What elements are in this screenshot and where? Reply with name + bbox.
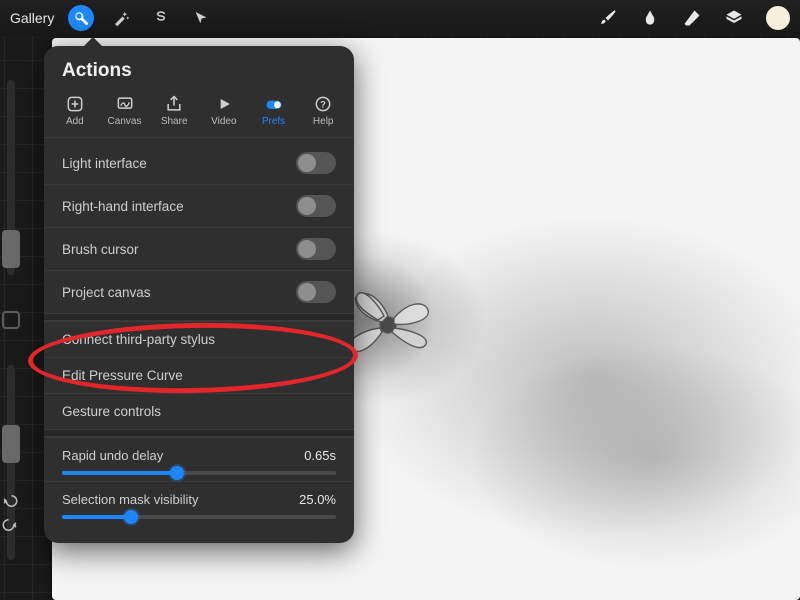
layers-icon	[724, 8, 744, 28]
brush-button[interactable]	[598, 8, 618, 28]
undo-icon[interactable]	[1, 492, 19, 510]
selection-mask-knob[interactable]	[124, 510, 138, 524]
project-canvas-toggle[interactable]	[296, 281, 336, 303]
gesture-controls-label: Gesture controls	[62, 404, 336, 419]
brush-opacity-thumb[interactable]	[2, 425, 20, 463]
eraser-button[interactable]	[682, 8, 702, 28]
top-toolbar: Gallery	[0, 0, 800, 36]
actions-button[interactable]	[68, 5, 94, 31]
selection-s-icon	[153, 10, 169, 26]
rapid-undo-knob[interactable]	[170, 466, 184, 480]
section-divider	[44, 313, 354, 321]
light-interface-toggle[interactable]	[296, 152, 336, 174]
modifier-button[interactable]	[2, 311, 20, 329]
help-icon: ?	[312, 94, 334, 114]
actions-popover: Actions Add Canvas Share Video Prefs ? H…	[44, 46, 354, 543]
row-project-canvas[interactable]: Project canvas	[44, 270, 354, 313]
layers-button[interactable]	[724, 8, 744, 28]
tab-add-label: Add	[50, 116, 100, 127]
tab-prefs[interactable]: Prefs	[249, 92, 299, 131]
adjustments-button[interactable]	[108, 5, 134, 31]
right-hand-label: Right-hand interface	[62, 199, 296, 214]
row-edit-pressure[interactable]: Edit Pressure Curve	[44, 357, 354, 393]
tab-video[interactable]: Video	[199, 92, 249, 131]
selection-mask-value: 25.0%	[299, 492, 336, 507]
color-picker-button[interactable]	[766, 6, 790, 30]
rapid-undo-value: 0.65s	[304, 448, 336, 463]
right-hand-toggle[interactable]	[296, 195, 336, 217]
smudge-icon	[640, 8, 660, 28]
svg-text:?: ?	[320, 99, 326, 109]
magic-wand-icon	[112, 9, 130, 27]
add-icon	[64, 94, 86, 114]
redo-icon[interactable]	[1, 516, 19, 534]
wrench-icon	[73, 10, 89, 26]
row-light-interface[interactable]: Light interface	[44, 142, 354, 184]
selection-mask-label: Selection mask visibility	[62, 492, 199, 507]
selection-button[interactable]	[148, 5, 174, 31]
row-selection-mask[interactable]: Selection mask visibility 25.0%	[44, 481, 354, 525]
gallery-button[interactable]: Gallery	[10, 10, 54, 26]
arrow-cursor-icon	[193, 10, 209, 26]
tab-canvas[interactable]: Canvas	[100, 92, 150, 131]
selection-mask-slider[interactable]	[62, 515, 336, 519]
tab-prefs-label: Prefs	[249, 116, 299, 127]
connect-stylus-label: Connect third-party stylus	[62, 332, 336, 347]
tab-canvas-label: Canvas	[100, 116, 150, 127]
video-icon	[213, 94, 235, 114]
paintbrush-icon	[598, 8, 618, 28]
undo-redo-group	[0, 492, 22, 556]
actions-tabs: Add Canvas Share Video Prefs ? Help	[44, 92, 354, 138]
row-brush-cursor[interactable]: Brush cursor	[44, 227, 354, 270]
row-gesture-controls[interactable]: Gesture controls	[44, 393, 354, 429]
smudge-button[interactable]	[640, 8, 660, 28]
rapid-undo-label: Rapid undo delay	[62, 448, 163, 463]
row-rapid-undo[interactable]: Rapid undo delay 0.65s	[44, 437, 354, 481]
brush-cursor-toggle[interactable]	[296, 238, 336, 260]
transform-button[interactable]	[188, 5, 214, 31]
brush-size-thumb[interactable]	[2, 230, 20, 268]
edit-pressure-label: Edit Pressure Curve	[62, 368, 336, 383]
prefs-list: Light interface Right-hand interface Bru…	[44, 138, 354, 529]
section-divider-2	[44, 429, 354, 437]
tab-help-label: Help	[298, 116, 348, 127]
tab-video-label: Video	[199, 116, 249, 127]
canvas-icon	[114, 94, 136, 114]
row-connect-stylus[interactable]: Connect third-party stylus	[44, 321, 354, 357]
share-icon	[163, 94, 185, 114]
tab-share[interactable]: Share	[149, 92, 199, 131]
row-right-hand[interactable]: Right-hand interface	[44, 184, 354, 227]
popover-title: Actions	[44, 46, 354, 92]
light-interface-label: Light interface	[62, 156, 296, 171]
tab-share-label: Share	[149, 116, 199, 127]
brush-cursor-label: Brush cursor	[62, 242, 296, 257]
project-canvas-label: Project canvas	[62, 285, 296, 300]
tab-help[interactable]: ? Help	[298, 92, 348, 131]
brush-size-slider[interactable]	[7, 80, 15, 275]
eraser-icon	[682, 8, 702, 28]
tab-add[interactable]: Add	[50, 92, 100, 131]
prefs-toggle-icon	[263, 94, 285, 114]
side-rail	[0, 80, 22, 560]
rapid-undo-slider[interactable]	[62, 471, 336, 475]
